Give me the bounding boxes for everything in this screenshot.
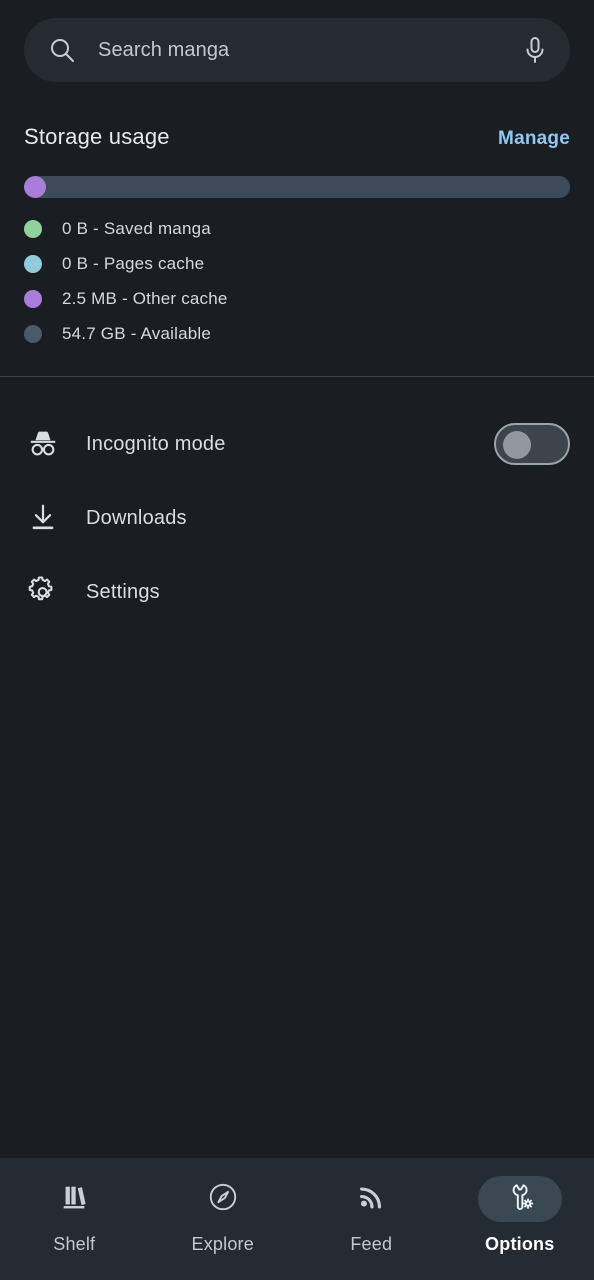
microphone-icon[interactable]: [522, 35, 548, 65]
nav-pill: [329, 1176, 413, 1222]
legend-row: 54.7 GB - Available: [24, 324, 570, 343]
legend-label: 54.7 GB - Available: [62, 324, 212, 343]
bottom-navigation: Shelf Explore Feed Options: [0, 1158, 594, 1280]
menu-item-label: Incognito mode: [86, 432, 226, 455]
options-screen: Storage usage Manage 0 B - Saved manga0 …: [0, 0, 594, 1280]
nav-item-label: Shelf: [53, 1234, 96, 1254]
incognito-mode-toggle[interactable]: [494, 423, 570, 465]
nav-item-options[interactable]: Options: [446, 1176, 594, 1255]
rss-icon: [356, 1182, 386, 1217]
storage-usage-section: Storage usage Manage 0 B - Saved manga 0 …: [0, 82, 594, 343]
search-section: [0, 0, 594, 82]
legend-label: 0 B - Saved manga: [62, 219, 211, 238]
legend-color-dot: [24, 325, 42, 343]
legend-row: 0 B - Pages cache: [24, 254, 570, 273]
menu-item-incognito-mode[interactable]: Incognito mode: [0, 407, 594, 481]
nav-pill: [32, 1176, 116, 1222]
nav-item-explore[interactable]: Explore: [149, 1176, 298, 1255]
menu-item-label: Downloads: [86, 506, 187, 529]
legend-label: 2.5 MB - Other cache: [62, 289, 228, 308]
nav-item-shelf[interactable]: Shelf: [0, 1176, 149, 1255]
nav-item-label: Explore: [191, 1234, 254, 1254]
storage-legend: 0 B - Saved manga 0 B - Pages cache 2.5 MB…: [24, 219, 570, 343]
gear-icon: [24, 576, 62, 608]
storage-usage-bar: [24, 176, 570, 198]
menu-item-label: Settings: [86, 580, 160, 603]
legend-color-dot: [24, 220, 42, 238]
books-icon: [58, 1182, 90, 1217]
download-icon: [24, 502, 62, 534]
toggle-knob: [503, 431, 531, 459]
manage-storage-link[interactable]: Manage: [498, 128, 570, 150]
wrench-gear-icon: [504, 1181, 536, 1218]
nav-item-feed[interactable]: Feed: [297, 1176, 446, 1255]
storage-header: Storage usage Manage: [24, 124, 570, 150]
incognito-icon: [24, 428, 62, 460]
search-bar[interactable]: [24, 18, 570, 82]
storage-title: Storage usage: [24, 124, 170, 149]
legend-label: 0 B - Pages cache: [62, 254, 205, 273]
search-input[interactable]: [76, 38, 522, 62]
nav-pill: [181, 1176, 265, 1222]
options-menu: Incognito mode Downloads Settings: [0, 377, 594, 629]
legend-color-dot: [24, 255, 42, 273]
storage-bar-segment: [24, 176, 46, 198]
search-icon: [48, 36, 76, 64]
menu-item-downloads[interactable]: Downloads: [0, 481, 594, 555]
nav-pill-active: [477, 1176, 562, 1222]
legend-row: 2.5 MB - Other cache: [24, 289, 570, 308]
legend-row: 0 B - Saved manga: [24, 219, 570, 238]
legend-color-dot: [24, 290, 42, 308]
nav-item-label: Options: [485, 1234, 555, 1254]
menu-item-settings[interactable]: Settings: [0, 555, 594, 629]
compass-icon: [207, 1181, 239, 1218]
nav-item-label: Feed: [350, 1234, 393, 1254]
storage-bar-segment: [45, 176, 570, 198]
